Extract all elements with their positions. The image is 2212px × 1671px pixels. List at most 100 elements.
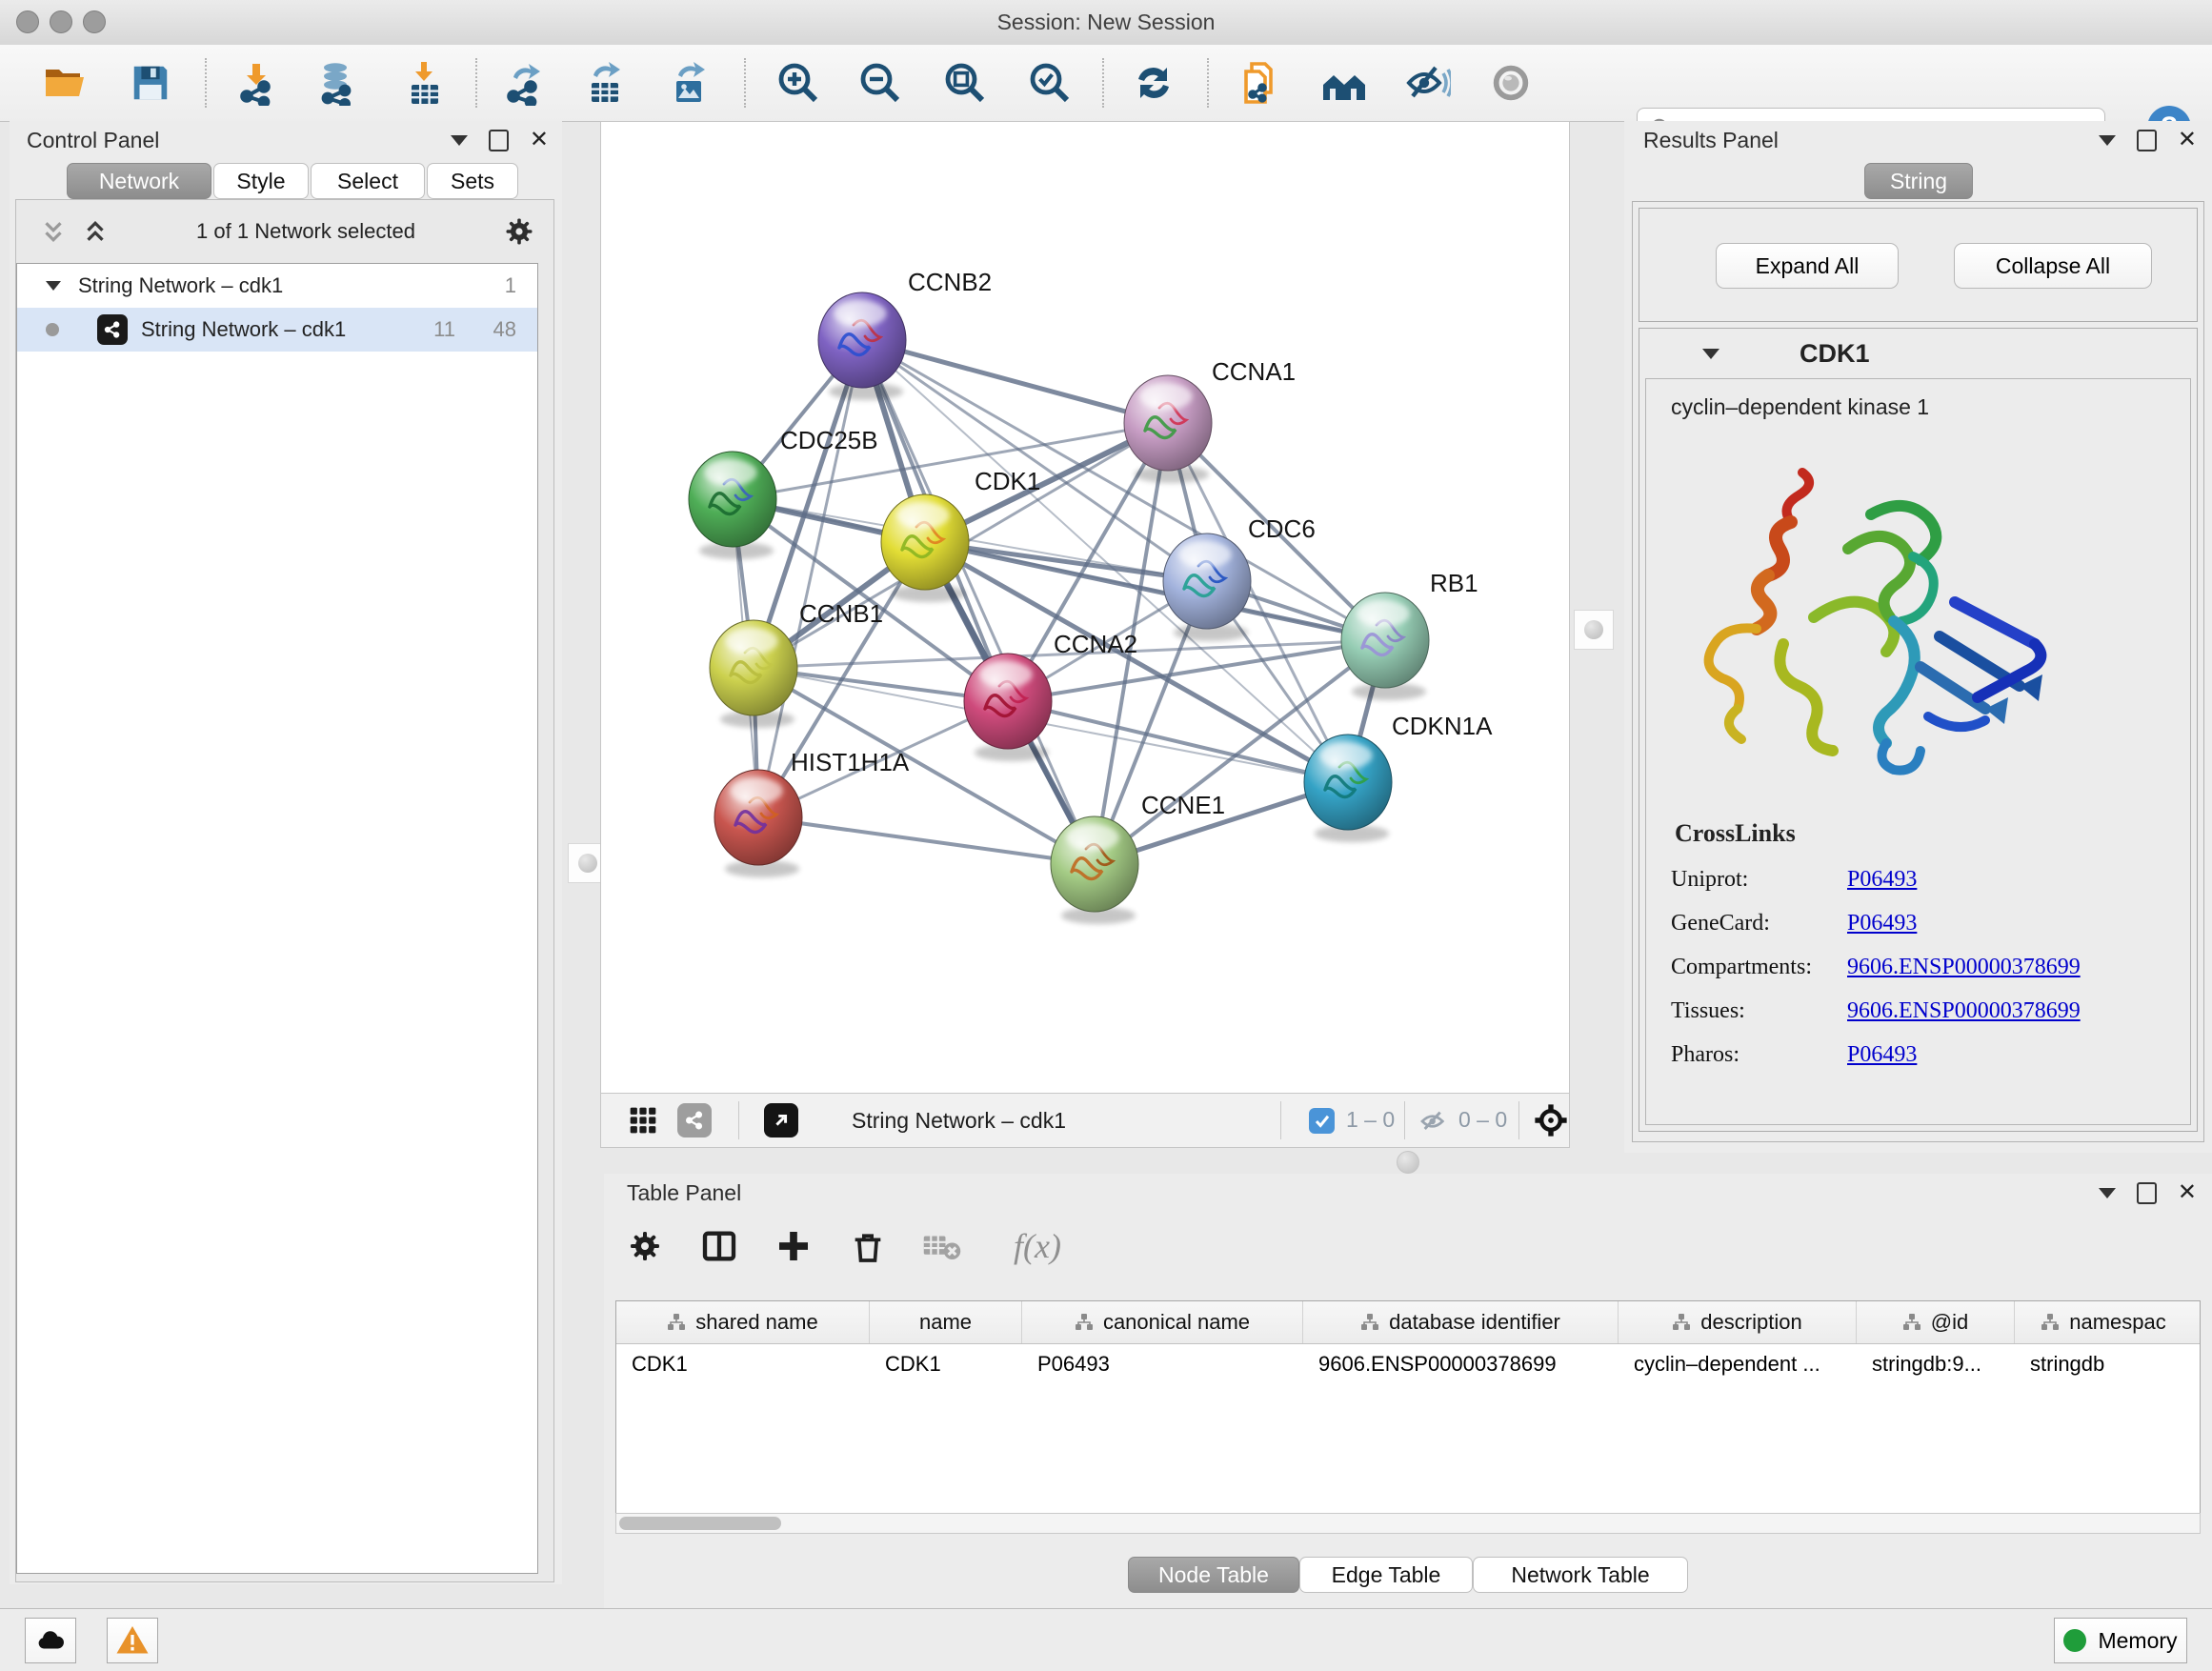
open-folder-icon [42,60,88,106]
warning-status-button[interactable] [107,1618,158,1663]
export-network-button[interactable] [498,56,552,110]
table-tabs: Node Table Edge Table Network Table [604,1557,2212,1593]
bar-separator [1518,1101,1519,1139]
network-graph[interactable]: CCNB2CCNA1CDC25BCDK1CDC6RB1CCNB1CCNA2CDK… [601,122,1569,1093]
zoom-fit-button[interactable] [938,56,992,110]
edge-CCNB2-HIST1H1A[interactable] [758,340,862,817]
panel-close-icon[interactable]: ✕ [2178,1183,2197,1202]
tree-row-network-collection[interactable]: String Network – cdk1 1 [17,264,537,308]
hide-selected-button[interactable] [1401,56,1455,110]
gear-icon[interactable] [502,214,536,249]
table-settings-button[interactable] [623,1224,667,1268]
column-header-namespace[interactable]: namespac [2015,1301,2192,1343]
selected-checkbox[interactable] [1309,1108,1335,1134]
import-network-from-file-button[interactable] [231,56,285,110]
table-row[interactable]: CDK1 CDK1 P06493 9606.ENSP00000378699 cy… [616,1344,2200,1384]
panel-close-icon[interactable]: ✕ [2178,131,2197,150]
tab-sets[interactable]: Sets [427,163,518,199]
first-neighbors-button[interactable] [1233,56,1286,110]
column-header-shared-name[interactable]: shared name [616,1301,870,1343]
edge-CCNA2-CDKN1A[interactable] [1008,701,1348,782]
scrollbar-thumb[interactable] [619,1517,781,1530]
column-header-description[interactable]: description [1619,1301,1857,1343]
horizontal-splitter-handle[interactable] [1397,1151,1419,1174]
expand-all-icon[interactable] [81,217,110,246]
tab-node-table[interactable]: Node Table [1128,1557,1299,1593]
panel-float-icon[interactable] [489,130,509,151]
crosslink-uniprot[interactable]: P06493 [1847,867,1917,893]
apply-layout-button[interactable] [1127,56,1180,110]
crosslink-genecard[interactable]: P06493 [1847,911,1917,936]
toolbar-separator [744,58,746,108]
tab-edge-table[interactable]: Edge Table [1299,1557,1473,1593]
cloud-icon [34,1624,67,1657]
tree-row-network[interactable]: String Network – cdk1 11 48 [17,308,537,352]
tree-expand-icon[interactable] [46,281,61,291]
zoom-out-button[interactable] [854,56,907,110]
collapse-all-button[interactable]: Collapse All [1954,243,2152,289]
edge-CCNB2-CCNE1[interactable] [862,340,1095,864]
bar-separator [1280,1101,1281,1139]
function-builder-button[interactable]: f(x) [995,1224,1080,1268]
column-header-canonical-name[interactable]: canonical name [1022,1301,1303,1343]
export-image-button[interactable] [663,56,716,110]
node-table: shared name name canonical name database… [615,1300,2201,1534]
delete-column-button[interactable] [846,1224,890,1268]
eye-slash-icon [1405,60,1451,106]
show-columns-button[interactable] [697,1224,741,1268]
save-session-button[interactable] [124,56,177,110]
right-splitter-handle[interactable] [1574,610,1614,650]
column-header-id[interactable]: @id [1857,1301,2015,1343]
cloud-status-button[interactable] [25,1618,76,1663]
crosslink-pharos[interactable]: P06493 [1847,1042,1917,1068]
export-table-button[interactable] [578,56,632,110]
table-horizontal-scrollbar[interactable] [615,1513,2201,1534]
detach-view-button[interactable] [764,1103,798,1137]
expand-all-button[interactable]: Expand All [1716,243,1899,289]
expand-collapse-box: Expand All Collapse All [1639,208,2198,322]
cell-shared-name: CDK1 [616,1344,870,1384]
column-type-icon [1075,1313,1094,1332]
delete-table-button[interactable] [920,1224,964,1268]
show-all-nodes-button[interactable] [1317,56,1371,110]
edge-CDK1-RB1[interactable] [925,542,1385,640]
tab-string[interactable]: String [1864,163,1973,199]
import-network-from-database-button[interactable] [311,56,364,110]
network-view-canvas[interactable]: CCNB2CCNA1CDC25BCDK1CDC6RB1CCNB1CCNA2CDK… [600,121,1570,1094]
section-collapse-icon[interactable] [1702,349,1719,359]
crosslink-compartments[interactable]: 9606.ENSP00000378699 [1847,955,2081,980]
birds-eye-view-icon[interactable] [1533,1102,1569,1138]
zoom-selected-button[interactable] [1023,56,1076,110]
collapse-all-icon[interactable] [39,217,68,246]
table-header-row: shared name name canonical name database… [616,1301,2200,1344]
import-network-file-icon [235,60,281,106]
node-label-CDK1: CDK1 [975,467,1040,495]
panel-float-icon[interactable] [2137,130,2157,151]
show-hidden-button[interactable] [1484,56,1538,110]
import-table-from-file-button[interactable] [398,56,452,110]
column-header-database-identifier[interactable]: database identifier [1303,1301,1619,1343]
selected-node-edge-counts: 1 – 0 [1346,1107,1395,1133]
crosslink-label: Pharos: [1646,1042,1847,1068]
column-type-icon [1360,1313,1379,1332]
panel-float-icon[interactable] [2137,1182,2157,1204]
panel-collapse-icon[interactable] [2099,1188,2116,1198]
panel-collapse-icon[interactable] [2099,135,2116,146]
column-header-name[interactable]: name [870,1301,1022,1343]
import-table-icon [402,60,448,106]
crosslink-row: GeneCard:P06493 [1646,901,2190,945]
tab-select[interactable]: Select [311,163,425,199]
network-view-mode-button[interactable] [677,1103,712,1137]
zoom-in-button[interactable] [772,56,825,110]
grid-mode-button[interactable] [626,1103,660,1137]
panel-collapse-icon[interactable] [451,135,468,146]
tab-network[interactable]: Network [67,163,211,199]
panel-close-icon[interactable]: ✕ [530,131,549,150]
memory-button[interactable]: Memory [2054,1618,2187,1663]
tab-network-table[interactable]: Network Table [1473,1557,1688,1593]
tab-style[interactable]: Style [213,163,309,199]
edge-HIST1H1A-CCNE1[interactable] [758,817,1095,864]
crosslink-tissues[interactable]: 9606.ENSP00000378699 [1847,998,2081,1024]
create-column-button[interactable] [772,1224,815,1268]
open-session-button[interactable] [38,56,91,110]
